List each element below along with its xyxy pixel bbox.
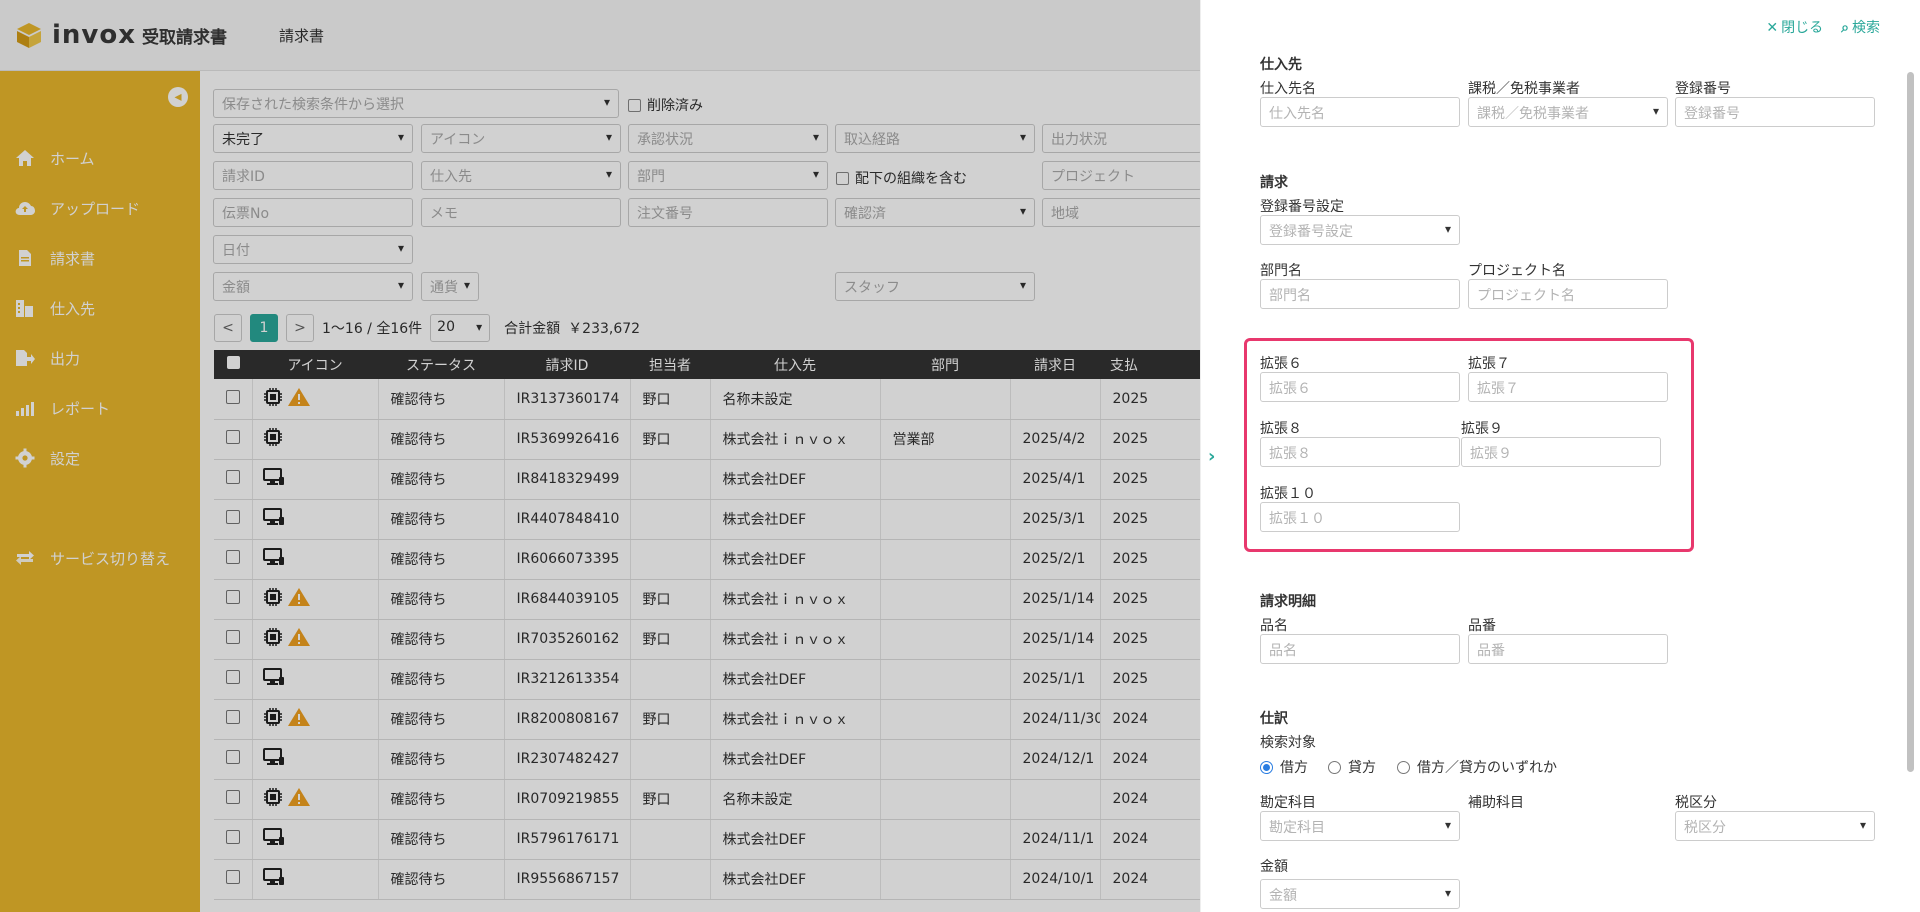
item-name-input[interactable]: 品名: [1260, 634, 1460, 664]
close-button[interactable]: ✕ 閉じる: [1766, 17, 1823, 37]
modal-overlay[interactable]: [0, 0, 1200, 912]
label-item-name: 品名: [1260, 618, 1288, 634]
label-supplier-name: 仕入先名: [1260, 81, 1316, 97]
label-ext8: 拡張８: [1260, 421, 1302, 437]
search-label: 検索: [1852, 20, 1880, 36]
label-amount: 金額: [1260, 859, 1288, 875]
label-project-name: プロジェクト名: [1468, 263, 1566, 279]
close-icon: ✕: [1766, 20, 1779, 36]
label-tax-class: 税区分: [1675, 795, 1717, 811]
ext9-input[interactable]: 拡張９: [1461, 437, 1661, 467]
radio-either[interactable]: 借方／貸方のいずれか: [1397, 757, 1557, 777]
label-tax-type: 課税／免税事業者: [1468, 81, 1580, 97]
search-button[interactable]: ⌕ 検索: [1841, 17, 1880, 37]
radio-button[interactable]: [1260, 760, 1273, 774]
project-name-input[interactable]: プロジェクト名: [1468, 279, 1668, 309]
radio-label: 借方: [1280, 760, 1308, 776]
radio-label: 借方／貸方のいずれか: [1417, 760, 1557, 776]
department-name-input[interactable]: 部門名: [1260, 279, 1460, 309]
label-department-name: 部門名: [1260, 263, 1302, 279]
radio-button[interactable]: [1328, 760, 1341, 774]
tax-type-select[interactable]: 課税／免税事業者: [1468, 97, 1668, 127]
label-item-no: 品番: [1468, 618, 1496, 634]
label-sub-account: 補助科目: [1468, 795, 1524, 811]
section-journal: 仕訳: [1260, 711, 1288, 727]
ext7-input[interactable]: 拡張７: [1468, 372, 1668, 402]
label-ext9: 拡張９: [1461, 421, 1503, 437]
section-invoice-detail: 請求明細: [1260, 594, 1316, 610]
amount-select[interactable]: 金額: [1260, 879, 1460, 909]
search-icon: ⌕: [1841, 20, 1849, 36]
label-search-target: 検索対象: [1260, 735, 1316, 751]
ext10-input[interactable]: 拡張１０: [1260, 502, 1460, 532]
ext8-input[interactable]: 拡張８: [1260, 437, 1460, 467]
chevron-right-icon[interactable]: ›: [1208, 446, 1215, 467]
label-registration-setting: 登録番号設定: [1260, 199, 1344, 215]
label-registration-no: 登録番号: [1675, 81, 1731, 97]
section-invoice: 請求: [1260, 175, 1288, 191]
drawer-actions: ✕ 閉じる ⌕ 検索: [1766, 17, 1880, 37]
radio-debit[interactable]: 借方: [1260, 757, 1308, 777]
drawer-scrollbar-thumb[interactable]: [1907, 72, 1914, 772]
label-ext7: 拡張７: [1468, 356, 1510, 372]
label-ext10: 拡張１０: [1260, 486, 1316, 502]
close-label: 閉じる: [1781, 20, 1824, 36]
ext6-input[interactable]: 拡張６: [1260, 372, 1460, 402]
item-no-input[interactable]: 品番: [1468, 634, 1668, 664]
label-account: 勘定科目: [1260, 795, 1316, 811]
tax-class-select[interactable]: 税区分: [1675, 811, 1875, 841]
label-ext6: 拡張６: [1260, 356, 1302, 372]
radio-label: 貸方: [1348, 760, 1376, 776]
supplier-name-input[interactable]: 仕入先名: [1260, 97, 1460, 127]
registration-setting-select[interactable]: 登録番号設定: [1260, 215, 1460, 245]
registration-no-input[interactable]: 登録番号: [1675, 97, 1875, 127]
section-supplier: 仕入先: [1260, 57, 1302, 73]
radio-button[interactable]: [1397, 760, 1410, 774]
radio-credit[interactable]: 貸方: [1328, 757, 1376, 777]
account-select[interactable]: 勘定科目: [1260, 811, 1460, 841]
